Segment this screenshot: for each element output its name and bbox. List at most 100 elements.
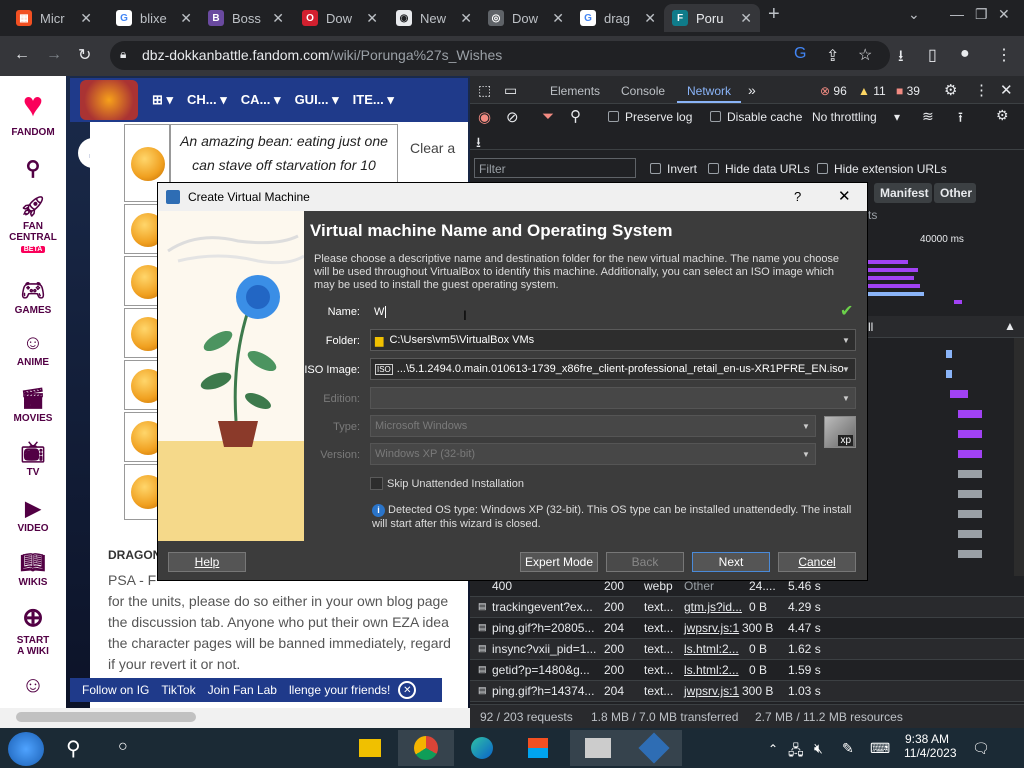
start-button[interactable] (8, 732, 44, 766)
hide-extension-urls-checkbox[interactable]: Hide extension URLs (817, 162, 947, 176)
browser-tab[interactable]: O Dow ✕ (294, 4, 386, 32)
help-question-button[interactable]: ? (794, 189, 801, 204)
bookmark-star-icon[interactable]: ☆ (858, 45, 872, 65)
rail-item-start-a-wiki[interactable]: ⊕ START A WIKI (0, 602, 66, 657)
search-button[interactable]: ⚲ (0, 156, 66, 183)
hide-data-urls-checkbox[interactable]: Hide data URLs (708, 162, 810, 176)
side-panel-icon[interactable]: ▯ (928, 45, 937, 65)
filter-icon[interactable]: ⏷ (542, 108, 554, 125)
filter-input[interactable]: Filter (474, 158, 636, 178)
search-icon[interactable]: ⚲ (66, 736, 81, 761)
tab-console[interactable]: Console (621, 84, 665, 98)
taskbar-virtualbox[interactable] (626, 730, 682, 766)
clock[interactable]: 9:38 AM 11/4/2023 (904, 732, 957, 760)
restore-button[interactable]: ❐ (975, 6, 988, 23)
type-select[interactable]: Microsoft Windows ▼ (370, 415, 816, 437)
reload-icon[interactable]: ↻ (78, 45, 91, 65)
notifications-icon[interactable]: 🗨︎ (972, 740, 990, 757)
rail-item-tv[interactable]: 📺︎ TV (0, 440, 66, 478)
share-icon[interactable]: ⇪ (826, 46, 839, 66)
network-icon[interactable]: 🖧︎ (788, 740, 804, 764)
close-icon[interactable]: ✕ (460, 10, 472, 27)
issues-count[interactable]: ■ 39 (896, 84, 920, 98)
name-input[interactable]: W (370, 301, 836, 323)
nav-characters[interactable]: CH... ▾ (187, 92, 227, 108)
show-hidden-icons[interactable]: ⌃ (768, 742, 778, 756)
import-har-icon[interactable]: ⭱ (958, 107, 963, 131)
taskbar-file-explorer[interactable] (342, 730, 398, 766)
nav-guides[interactable]: GUI... ▾ (295, 92, 339, 108)
sort-up-icon[interactable]: ▲ (1004, 319, 1016, 333)
tab-search-icon[interactable]: ⌄ (908, 6, 920, 23)
menu-kebab-icon[interactable]: ⋮ (996, 45, 1012, 65)
scrollbar-thumb[interactable] (16, 712, 196, 722)
tiktok-link[interactable]: TikTok (161, 683, 195, 697)
follow-ig-link[interactable]: Follow on IG (82, 683, 149, 697)
close-icon[interactable]: ✕ (80, 10, 92, 27)
close-icon[interactable]: ✕ (644, 10, 656, 27)
user-account-button[interactable]: ☺ (0, 672, 66, 700)
task-view-icon[interactable]: ○ (118, 738, 128, 756)
nav-items[interactable]: ITE... ▾ (353, 92, 394, 108)
back-button[interactable]: Back (606, 552, 684, 572)
browser-tab[interactable]: Gblixe ✕ (108, 4, 200, 32)
help-button[interactable]: Help (168, 552, 246, 572)
filter-chip-manifest[interactable]: Manifest (874, 183, 932, 203)
edition-select[interactable]: ▼ (370, 387, 856, 409)
url-text[interactable]: dbz-dokkanbattle.fandom.com/wiki/Porunga… (142, 47, 502, 63)
iso-select[interactable]: ISO ...\5.1.2494.0.main.010613-1739_x86fr… (370, 358, 856, 380)
forward-icon[interactable]: → (46, 46, 62, 64)
settings-gear-icon[interactable]: ⚙ (944, 81, 957, 99)
taskbar-edge[interactable] (454, 730, 510, 766)
google-lens-icon[interactable]: G (794, 45, 806, 63)
skip-unattended-checkbox[interactable]: Skip Unattended Installation (370, 477, 524, 490)
fandom-logo[interactable]: ♥ FANDOM (0, 86, 66, 138)
preserve-log-checkbox[interactable]: Preserve log (608, 110, 692, 124)
expert-mode-button[interactable]: Expert Mode (520, 552, 598, 572)
network-conditions-icon[interactable]: ≋ (922, 108, 934, 125)
throttling-select[interactable]: No throttling ▾ (812, 110, 900, 124)
minimize-button[interactable]: — (950, 6, 964, 22)
close-icon[interactable]: ✕ (740, 10, 752, 27)
more-options-icon[interactable]: ⋮ (974, 81, 989, 99)
challenge-link[interactable]: llenge your friends! (289, 683, 390, 697)
timeline-overview[interactable] (868, 254, 1024, 314)
rail-item-games[interactable]: 🎮︎ GAMES (0, 278, 66, 316)
download-icon[interactable]: ⭳ (898, 45, 904, 72)
browser-tab[interactable]: ◎ Dow ✕ (480, 4, 572, 32)
browser-tab[interactable]: ▦ Micr ✕ (8, 4, 100, 32)
table-row[interactable]: ▤ ping.gif?h=14374... 204 text... jwpsrv.js:… (470, 681, 1024, 702)
network-settings-icon[interactable]: ⚙ (996, 107, 1009, 124)
table-row[interactable]: ▤ getid?p=1480&g... 200 text... ls.html:2...… (470, 660, 1024, 681)
volume-icon[interactable]: 🔇︎ (814, 740, 823, 757)
error-count[interactable]: ⊗ 96 (820, 84, 847, 98)
browser-tab[interactable]: B Boss ✕ (200, 4, 292, 32)
search-icon[interactable]: ⚲ (570, 107, 581, 125)
tab-elements[interactable]: Elements (550, 84, 600, 98)
browser-tab-active[interactable]: F Poru ✕ (664, 4, 760, 32)
nav-categories[interactable]: CA... ▾ (241, 92, 281, 108)
lock-icon[interactable]: 🔒︎ (120, 47, 126, 62)
new-tab-button[interactable]: + (768, 3, 780, 26)
close-window-button[interactable]: ✕ (998, 6, 1010, 23)
close-icon[interactable]: ✕ (398, 681, 417, 699)
table-row[interactable]: ▤ trackingevent?ex... 200 text... gtm.js?id.… (470, 597, 1024, 618)
close-icon[interactable]: ✕ (838, 187, 851, 205)
more-tabs-icon[interactable]: » (748, 82, 756, 98)
device-toolbar-icon[interactable]: ▭ (504, 82, 517, 99)
close-icon[interactable]: ✕ (552, 10, 564, 27)
inspect-icon[interactable]: ⬚ (478, 82, 491, 99)
taskbar-chrome[interactable] (398, 730, 454, 766)
rail-item-wikis[interactable]: 📖︎ WIKIS (0, 550, 66, 588)
table-row[interactable]: ▤ insync?vxii_pid=1... 200 text... ls.html:2… (470, 639, 1024, 660)
rail-item-anime[interactable]: ☺ ANIME (0, 332, 66, 368)
cancel-button[interactable]: Cancel (778, 552, 856, 572)
rail-item-fan-central[interactable]: 🚀︎ FAN CENTRAL BETA (0, 194, 66, 254)
version-select[interactable]: Windows XP (32-bit) ▼ (370, 443, 816, 465)
close-icon[interactable]: ✕ (366, 10, 378, 27)
wiki-logo[interactable] (80, 80, 138, 120)
pen-icon[interactable]: ✎ (842, 740, 854, 757)
next-button[interactable]: Next (692, 552, 770, 572)
warning-count[interactable]: ▲ 11 (858, 84, 886, 98)
rail-item-video[interactable]: ▶ VIDEO (0, 496, 66, 534)
